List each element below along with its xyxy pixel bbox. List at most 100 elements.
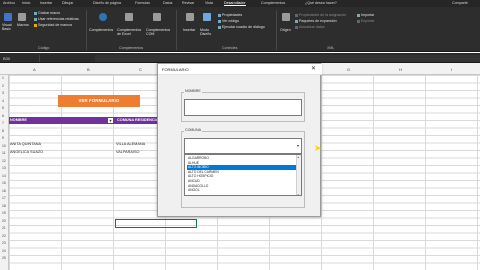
name-box[interactable]: B30 (0, 55, 40, 62)
row-header[interactable]: 1 (2, 76, 4, 80)
table-cell-comuna[interactable]: VILLA ALEMANA (116, 142, 145, 146)
visual-basic-button[interactable]: Visual Basic (2, 23, 16, 31)
tab-complementos[interactable]: Complementos (261, 1, 285, 5)
tab-vista[interactable]: Vista (205, 1, 213, 5)
com-addins-button[interactable]: Complementos COM (146, 28, 172, 36)
tab-inicio[interactable]: Inicio (22, 1, 30, 5)
row-header[interactable]: 11 (2, 151, 6, 155)
column-header-i[interactable]: I (451, 67, 452, 72)
row-header[interactable]: 9 (2, 136, 4, 140)
run-dialog-button[interactable]: Ejecutar cuadro de diálogo (218, 25, 265, 29)
visual-basic-icon (4, 13, 12, 21)
tab-desarrollador[interactable]: Desarrollador (224, 1, 246, 6)
scroll-up-icon[interactable]: ▴ (298, 155, 300, 159)
filter-dropdown-icon[interactable]: ▾ (108, 118, 113, 123)
tab-dibujar[interactable]: Dibujar (62, 1, 73, 5)
row-header[interactable]: 3 (2, 91, 4, 95)
row-header[interactable]: 25 (2, 256, 6, 260)
row-header[interactable]: 19 (2, 211, 6, 215)
export-button[interactable]: Exportar (357, 19, 375, 23)
row-header[interactable]: 8 (2, 129, 4, 133)
group-label-complementos: Complementos (119, 46, 144, 50)
row-header[interactable]: 10 (2, 144, 6, 148)
macros-button[interactable]: Macros (17, 23, 29, 27)
addins-button[interactable]: Complementos (89, 28, 113, 32)
row-header[interactable]: 20 (2, 219, 6, 223)
properties-button[interactable]: Propiedades (218, 13, 242, 17)
group-label-xml: XML (327, 46, 335, 50)
import-button[interactable]: Importar (357, 13, 374, 17)
design-mode-icon (203, 13, 211, 21)
label-nombre: NOMBRE (184, 89, 202, 93)
column-header-c[interactable]: C (139, 67, 142, 72)
formula-input[interactable] (95, 55, 480, 62)
list-item[interactable]: ANGOL (187, 188, 298, 193)
code-icon (218, 19, 221, 23)
table-cell-nombre[interactable]: ANGELICA SUAZO (10, 150, 43, 154)
relative-references-button[interactable]: Usar referencias relativas (34, 17, 79, 21)
tab-revisar[interactable]: Revisar (182, 1, 194, 5)
addins-icon (99, 13, 107, 21)
table-cell-comuna[interactable]: VALPARAISO (116, 150, 140, 154)
row-header[interactable]: 16 (2, 189, 6, 193)
row-header[interactable]: 2 (2, 84, 4, 88)
row-header[interactable]: 7 (2, 121, 4, 125)
column-header-b[interactable]: B (87, 67, 90, 72)
tab-insertar[interactable]: Insertar (40, 1, 52, 5)
dialog-title: FORMULARIO (158, 64, 322, 75)
share-button[interactable]: Compartir (452, 1, 468, 5)
row-header[interactable]: 15 (2, 181, 6, 185)
row-header[interactable]: 4 (2, 99, 4, 103)
import-icon (357, 13, 360, 17)
row-header[interactable]: 18 (2, 204, 6, 208)
row-header[interactable]: 23 (2, 241, 6, 245)
row-header[interactable]: 5 (2, 106, 4, 110)
insert-control-button[interactable]: Insertar (183, 28, 195, 32)
expansion-packs-button[interactable]: Paquetes de expansión (295, 19, 337, 23)
comuna-combobox[interactable]: ▾ (184, 138, 302, 154)
nombre-input[interactable] (184, 99, 302, 116)
header-comuna: COMUNA RESIDENCIA (117, 118, 159, 122)
row-header[interactable]: 17 (2, 196, 6, 200)
column-header-a[interactable]: A (33, 67, 36, 72)
ver-formulario-button[interactable]: VER FORMULARIO (58, 95, 140, 107)
tab-archivo[interactable]: Archivo (3, 1, 15, 5)
row-headers: 1 2 3 4 5 6 7 8 9 10 11 12 13 14 15 16 1… (0, 75, 9, 270)
dialog-icon (218, 25, 221, 29)
tab-datos[interactable]: Datos (163, 1, 172, 5)
scroll-down-icon[interactable]: ▾ (298, 193, 300, 195)
row-header[interactable]: 13 (2, 166, 6, 170)
group-separator (276, 10, 277, 50)
list-scrollbar[interactable]: ▴ ▾ (296, 155, 301, 195)
macro-security-button[interactable]: Seguridad de macros (34, 23, 72, 27)
selected-cell[interactable] (115, 219, 197, 228)
tell-me-search[interactable]: ¿Qué desea hacer? (305, 1, 337, 5)
design-mode-button[interactable]: Modo Diseño (200, 28, 214, 36)
row-header[interactable]: 21 (2, 226, 6, 230)
insert-control-icon (186, 13, 194, 21)
xml-source-icon (282, 13, 290, 21)
row-header[interactable]: 14 (2, 174, 6, 178)
column-header-g[interactable]: G (347, 67, 350, 72)
chevron-down-icon[interactable]: ▾ (297, 143, 299, 148)
label-comuna: COMUNA (184, 128, 202, 132)
table-cell-nombre[interactable]: ANITA QUINTANA (10, 142, 41, 146)
refresh-data-button[interactable]: Actualizar datos (295, 25, 325, 29)
close-icon[interactable]: ✕ (311, 64, 316, 75)
row-header[interactable]: 22 (2, 234, 6, 238)
export-icon (357, 19, 360, 23)
xml-source-button[interactable]: Origen (280, 28, 291, 32)
tab-diseno-pagina[interactable]: Diseño de página (93, 1, 121, 5)
record-macro-button[interactable]: Grabar macro (34, 11, 60, 15)
record-icon (34, 11, 37, 15)
row-header[interactable]: 24 (2, 249, 6, 253)
macros-icon (18, 13, 26, 21)
column-header-h[interactable]: H (399, 67, 402, 72)
excel-addins-icon (125, 13, 133, 21)
row-header[interactable]: 6 (2, 114, 4, 118)
view-code-button[interactable]: Ver código (218, 19, 239, 23)
map-properties-button[interactable]: Propiedades de la asignación (295, 13, 346, 17)
row-header[interactable]: 12 (2, 159, 6, 163)
tab-formulas[interactable]: Fórmulas (135, 1, 150, 5)
excel-addins-button[interactable]: Complementos de Excel (117, 28, 143, 36)
